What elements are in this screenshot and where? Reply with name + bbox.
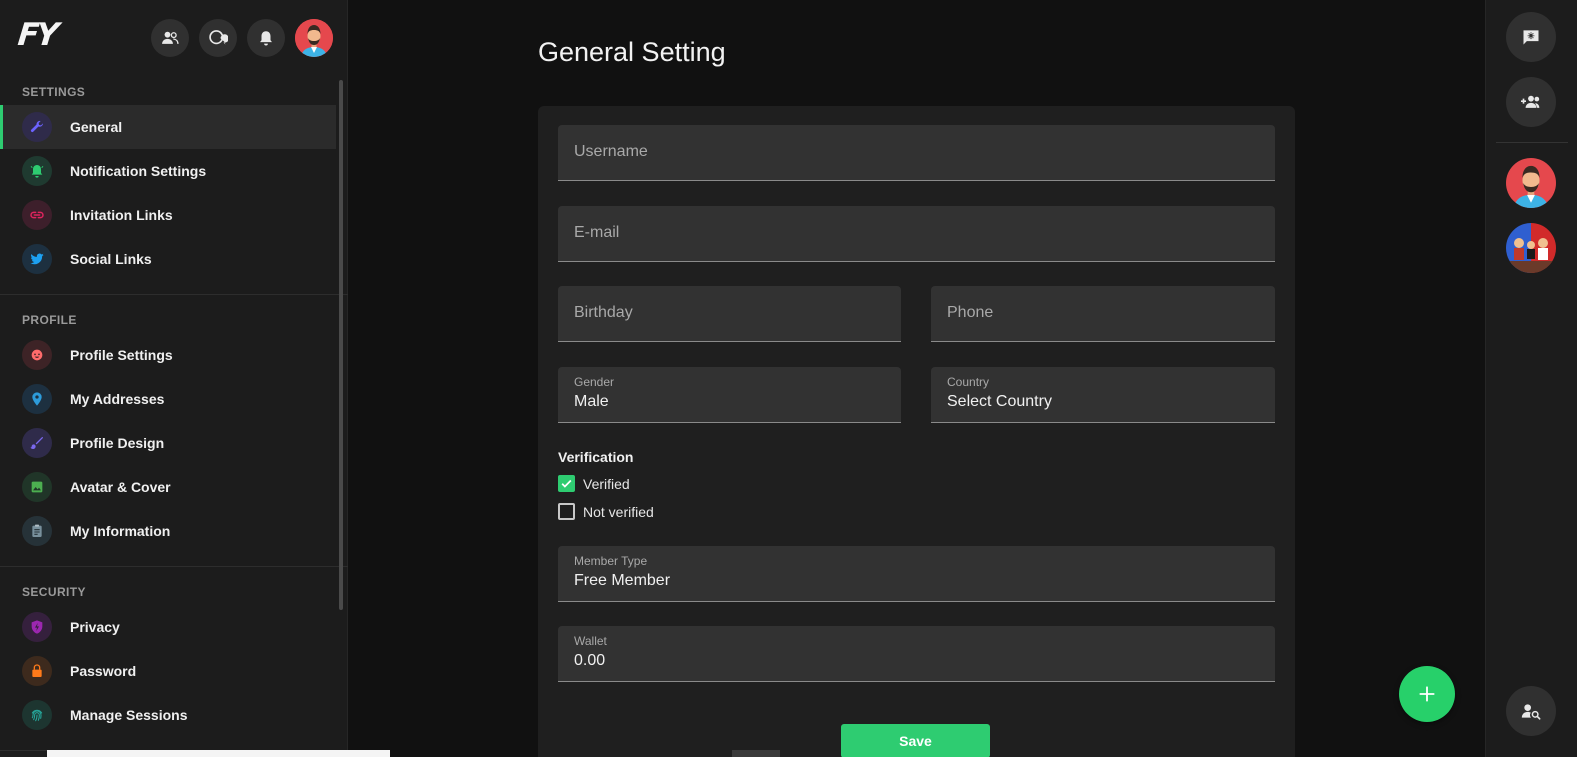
group-avatar[interactable] <box>1506 223 1556 273</box>
sidebar-item-label: Avatar & Cover <box>70 479 171 495</box>
sidebar-item-manage-sessions[interactable]: Manage Sessions <box>0 693 336 737</box>
sidebar-item-label: Profile Design <box>70 435 165 451</box>
sidebar-item-label: My Addresses <box>70 391 165 407</box>
right-rail <box>1485 0 1577 757</box>
wallet-value: 0.00 <box>574 652 606 669</box>
sidebar-item-label: Social Links <box>70 251 152 267</box>
clipboard-icon <box>22 516 52 546</box>
birthday-placeholder: Birthday <box>574 304 633 321</box>
sidebar-item-general[interactable]: General <box>0 105 336 149</box>
checkbox-unchecked-icon[interactable] <box>558 503 575 520</box>
sidebar-item-label: Notification Settings <box>70 163 207 179</box>
bottom-scroll-marker <box>732 750 780 757</box>
fingerprint-icon <box>22 700 52 730</box>
sidebar-item-avatar-cover[interactable]: Avatar & Cover <box>0 465 336 509</box>
sidebar-item-label: Manage Sessions <box>70 707 188 723</box>
sidebar-item-invitation-links[interactable]: Invitation Links <box>0 193 336 237</box>
wallet-label: Wallet <box>574 634 607 648</box>
user-avatar[interactable] <box>1506 158 1556 208</box>
sidebar-nav: SETTINGS General Notification Settings I… <box>0 78 348 757</box>
sidebar-item-notification-settings[interactable]: Notification Settings <box>0 149 336 193</box>
divider <box>0 566 348 567</box>
phone-placeholder: Phone <box>947 304 994 321</box>
sidebar-item-label: General <box>70 119 123 135</box>
main-content: General Setting Username E-mail Birthday… <box>47 0 1485 757</box>
avatar[interactable] <box>295 19 333 57</box>
create-fab-button[interactable] <box>1399 666 1455 722</box>
plus-icon <box>1419 686 1435 702</box>
bell-icon[interactable] <box>247 19 285 57</box>
phone-field[interactable]: Phone <box>931 286 1275 342</box>
gender-value: Male <box>574 393 609 410</box>
sidebar-item-my-information[interactable]: My Information <box>0 509 336 553</box>
sidebar-item-label: Profile Settings <box>70 347 173 363</box>
member-type-select[interactable]: Member Type Free Member <box>558 546 1275 602</box>
friends-icon[interactable] <box>151 19 189 57</box>
wrench-icon <box>22 112 52 142</box>
messages-icon[interactable] <box>199 19 237 57</box>
app: FY SETTINGS General Notification Setting… <box>0 0 1577 757</box>
birthday-field[interactable]: Birthday <box>558 286 901 342</box>
header-icons <box>151 19 333 57</box>
link-icon <box>22 200 52 230</box>
search-user-icon[interactable] <box>1506 686 1556 736</box>
sidebar-item-label: Invitation Links <box>70 207 173 223</box>
location-pin-icon <box>22 384 52 414</box>
gender-select[interactable]: Gender Male <box>558 367 901 423</box>
sidebar-item-my-addresses[interactable]: My Addresses <box>0 377 336 421</box>
verification-title: Verification <box>558 449 634 465</box>
gender-label: Gender <box>574 375 615 389</box>
verified-label: Verified <box>583 475 630 492</box>
bell-icon <box>22 156 52 186</box>
logo[interactable]: FY <box>16 17 57 53</box>
sidebar-item-social-links[interactable]: Social Links <box>0 237 336 281</box>
lock-icon <box>22 656 52 686</box>
page-title: General Setting <box>538 37 726 67</box>
section-title-settings: SETTINGS <box>22 85 86 99</box>
save-button[interactable]: Save <box>841 724 990 757</box>
member-type-label: Member Type <box>574 554 648 568</box>
not-verified-checkbox[interactable]: Not verified <box>558 503 654 520</box>
not-verified-label: Not verified <box>583 503 654 520</box>
image-icon <box>22 472 52 502</box>
bottom-scrollbar[interactable] <box>47 750 390 757</box>
member-type-value: Free Member <box>574 572 671 589</box>
shield-icon <box>22 612 52 642</box>
sidebar-item-profile-settings[interactable]: Profile Settings <box>0 333 336 377</box>
section-title-security: SECURITY <box>22 585 86 599</box>
sidebar: FY SETTINGS General Notification Setting… <box>0 0 348 757</box>
email-placeholder: E-mail <box>574 224 620 241</box>
sidebar-item-label: My Information <box>70 523 171 539</box>
sidebar-item-privacy[interactable]: Privacy <box>0 605 336 649</box>
add-user-icon[interactable] <box>1506 77 1556 127</box>
country-label: Country <box>947 375 990 389</box>
divider <box>0 294 348 295</box>
country-value: Select Country <box>947 393 1052 410</box>
chat-settings-icon[interactable] <box>1506 12 1556 62</box>
sidebar-header: FY <box>0 0 347 78</box>
twitter-icon <box>22 244 52 274</box>
username-field[interactable]: Username <box>558 125 1275 181</box>
section-title-profile: PROFILE <box>22 313 77 327</box>
checkbox-checked-icon[interactable] <box>558 475 575 492</box>
sidebar-item-profile-design[interactable]: Profile Design <box>0 421 336 465</box>
sidebar-scrollbar[interactable] <box>339 80 343 610</box>
username-placeholder: Username <box>574 143 648 160</box>
settings-form: Username E-mail Birthday Phone Gender Ma… <box>538 106 1295 757</box>
sidebar-item-password[interactable]: Password <box>0 649 336 693</box>
sidebar-item-label: Password <box>70 663 137 679</box>
sidebar-item-label: Privacy <box>70 619 120 635</box>
verified-checkbox[interactable]: Verified <box>558 475 630 492</box>
wallet-field[interactable]: Wallet 0.00 <box>558 626 1275 682</box>
country-select[interactable]: Country Select Country <box>931 367 1275 423</box>
brush-icon <box>22 428 52 458</box>
rail-divider <box>1496 142 1568 143</box>
face-icon <box>22 340 52 370</box>
email-field[interactable]: E-mail <box>558 206 1275 262</box>
